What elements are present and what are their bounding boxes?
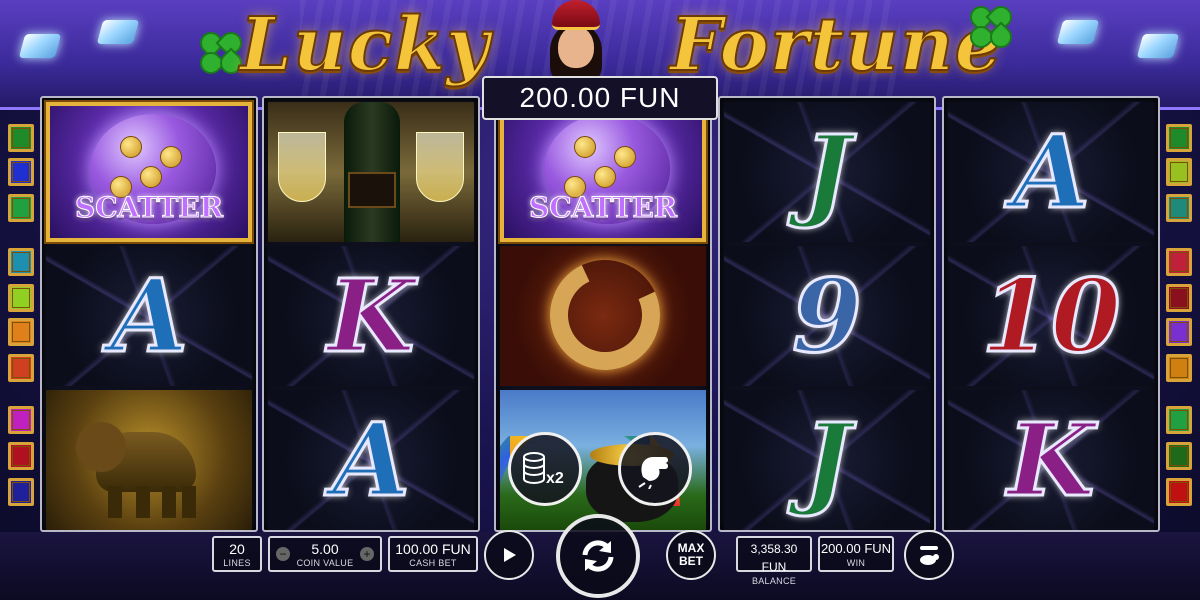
diamond-icon (1136, 34, 1180, 58)
win-amount-banner: 200.00 FUN (482, 76, 718, 120)
symbol-scatter: SCATTER (498, 100, 708, 244)
play-icon (504, 548, 516, 562)
coin-stack-icon: x2 (523, 452, 564, 487)
coin-value-selector: 5.00 COIN VALUE − + (268, 536, 382, 572)
symbol-k: K (948, 390, 1154, 530)
settings-menu-button[interactable] (904, 530, 954, 580)
diamond-icon (18, 34, 62, 58)
clover-icon (965, 1, 1017, 53)
symbol-j: J (724, 390, 930, 530)
reel-2: K A (262, 96, 480, 532)
payline-indicator-left-6[interactable] (8, 318, 34, 346)
svg-text:x2: x2 (546, 470, 564, 487)
payline-indicator-left-5[interactable] (8, 284, 34, 312)
payline-indicator-left-4[interactable] (8, 248, 34, 276)
payline-indicator-right-10[interactable] (1166, 478, 1192, 506)
autoplay-button[interactable] (484, 530, 534, 580)
coin-value-increase-button[interactable]: + (360, 547, 374, 561)
symbol-elephant (46, 390, 252, 530)
symbol-horseshoe (500, 246, 706, 386)
win-display: 200.00 FUN WIN (818, 536, 894, 572)
symbol-j: J (724, 102, 930, 242)
cash-bet-display: 100.00 FUN CASH BET (388, 536, 478, 572)
symbol-9: 9 (724, 246, 930, 386)
symbol-scatter: SCATTER (44, 100, 254, 244)
game-stage: Lucky Fortune 200.00 FUN SCATTER A K A S… (0, 0, 1200, 600)
payline-indicator-left-2[interactable] (8, 158, 34, 186)
payline-indicator-left-8[interactable] (8, 406, 34, 434)
symbol-a: A (46, 246, 252, 386)
payline-indicator-right-3[interactable] (1166, 194, 1192, 222)
payline-indicator-left-10[interactable] (8, 478, 34, 506)
logo-word-lucky: Lucky (239, 1, 491, 89)
spin-arrows-icon (582, 540, 614, 572)
payline-indicator-right-7[interactable] (1166, 354, 1192, 382)
payline-indicator-right-1[interactable] (1166, 124, 1192, 152)
balance-display: 3,358.30 FUN BALANCE (736, 536, 812, 586)
payline-indicator-left-1[interactable] (8, 124, 34, 152)
diamond-icon (96, 20, 140, 44)
reel-4: J 9 J (718, 96, 936, 532)
payline-indicator-right-4[interactable] (1166, 248, 1192, 276)
fist-icon (638, 457, 668, 489)
scatter-label: SCATTER (529, 191, 678, 225)
gamble-button[interactable] (618, 432, 692, 506)
logo-word-fortune: Fortune (669, 1, 1003, 89)
payline-indicator-left-7[interactable] (8, 354, 34, 382)
scatter-label: SCATTER (75, 191, 224, 225)
clover-icon (195, 27, 247, 79)
symbol-k: K (268, 246, 474, 386)
symbol-a: A (948, 102, 1154, 242)
symbol-champagne (268, 102, 474, 242)
symbol-a: A (268, 390, 474, 530)
payline-indicator-right-6[interactable] (1166, 318, 1192, 346)
max-bet-button[interactable]: MAX BET (666, 530, 716, 580)
diamond-icon (1056, 20, 1100, 44)
symbol-10: 10 (948, 246, 1154, 386)
reel-5: A 10 K (942, 96, 1160, 532)
payline-indicator-left-3[interactable] (8, 194, 34, 222)
spin-button[interactable] (556, 514, 640, 598)
reel-1: SCATTER A (40, 96, 258, 532)
payline-indicator-right-2[interactable] (1166, 158, 1192, 186)
lines-display[interactable]: 20 LINES (212, 536, 262, 572)
coin-value-decrease-button[interactable]: − (276, 547, 290, 561)
payline-indicator-right-9[interactable] (1166, 442, 1192, 470)
payline-indicator-right-5[interactable] (1166, 284, 1192, 312)
turbo-rabbit-icon (920, 546, 939, 565)
double-up-button[interactable]: x2 (508, 432, 582, 506)
payline-indicator-left-9[interactable] (8, 442, 34, 470)
payline-indicator-right-8[interactable] (1166, 406, 1192, 434)
